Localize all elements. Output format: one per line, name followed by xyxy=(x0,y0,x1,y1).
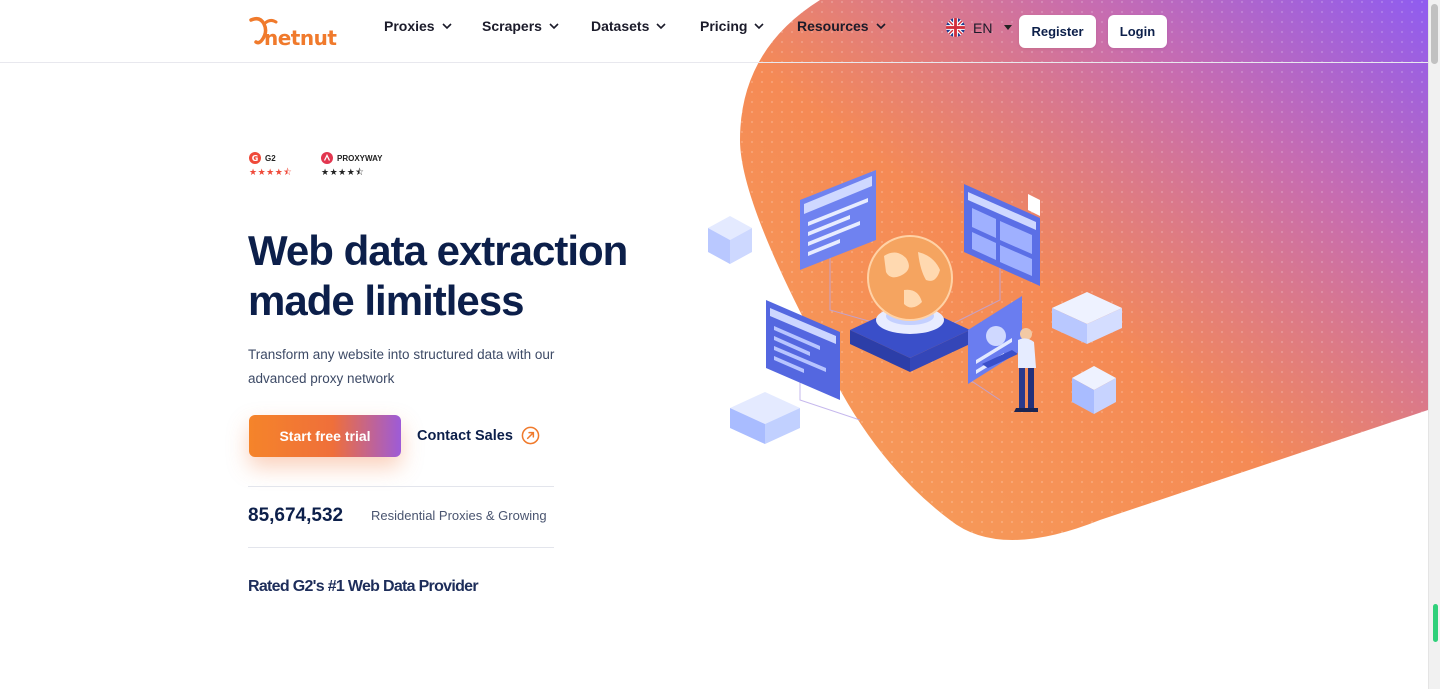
contact-sales-label: Contact Sales xyxy=(417,427,513,444)
analytics-panel xyxy=(968,296,1022,384)
scrollbar-thumb[interactable] xyxy=(1431,4,1438,64)
netnut-logo[interactable]: netnut xyxy=(248,14,337,50)
hero-subtext: Transform any website into structured da… xyxy=(248,347,555,386)
start-free-trial-button[interactable]: Start free trial xyxy=(249,415,401,457)
language-label: EN xyxy=(973,19,993,36)
svg-text:G: G xyxy=(252,154,259,163)
language-selector[interactable]: EN xyxy=(946,18,1013,37)
code-panel xyxy=(766,300,840,400)
chevron-down-icon xyxy=(442,23,452,30)
scroll-indicator xyxy=(1433,604,1438,642)
uk-flag-icon xyxy=(946,18,965,37)
logo-wordmark: netnut xyxy=(264,26,337,50)
g2-logo: G xyxy=(249,152,261,164)
residential-proxies-count: 85,674,532 xyxy=(248,505,344,526)
dashboard-panel xyxy=(964,184,1040,286)
proxyway-label: PROXYWAY xyxy=(337,153,383,163)
nav-item-proxies[interactable]: Proxies xyxy=(384,18,453,34)
caret-down-icon xyxy=(1004,25,1013,30)
headline-line-2: made limitless xyxy=(248,277,524,324)
nav-item-label: Datasets xyxy=(591,18,650,34)
register-button[interactable]: Register xyxy=(1019,15,1096,48)
nav-item-scrapers[interactable]: Scrapers xyxy=(482,18,560,34)
hero-headline: Web data extraction made limitless xyxy=(248,226,668,326)
contact-sales-link[interactable]: Contact Sales xyxy=(417,426,540,445)
g2-stars: ★★★★⯪ xyxy=(249,167,293,177)
proxyway-logo xyxy=(321,152,333,164)
nav-item-label: Proxies xyxy=(384,18,435,34)
residential-proxies-label: Residential Proxies & Growing xyxy=(371,508,547,523)
chevron-down-icon xyxy=(656,23,666,30)
headline-line-1: Web data extraction xyxy=(248,227,628,274)
g2-label: G2 xyxy=(265,153,276,163)
nav-item-label: Pricing xyxy=(700,18,748,34)
arrow-up-right-circle-icon xyxy=(521,426,540,445)
chevron-down-icon xyxy=(754,23,765,30)
rated-g2-text: Rated G2's #1 Web Data Provider xyxy=(248,578,479,595)
nav-item-resources[interactable]: Resources xyxy=(797,18,887,34)
g2-rating: G G2 ★★★★⯪ xyxy=(249,152,292,177)
nav-item-label: Scrapers xyxy=(482,18,542,34)
cube-icon xyxy=(708,216,752,264)
proxyway-rating: PROXYWAY ★★★★⯪ xyxy=(321,152,383,177)
hero-illustration xyxy=(708,170,1122,444)
login-button[interactable]: Login xyxy=(1108,15,1167,48)
site-header: netnut Proxies Scrapers Datasets Pricing… xyxy=(0,0,1428,63)
proxyway-stars: ★★★★⯪ xyxy=(321,167,365,177)
page-scrollbar[interactable] xyxy=(1428,0,1440,689)
browser-panel xyxy=(800,170,876,270)
nav-item-datasets[interactable]: Datasets xyxy=(591,18,667,34)
chevron-down-icon xyxy=(876,23,886,30)
nav-item-pricing[interactable]: Pricing xyxy=(700,18,765,34)
stats-row: 85,674,532 Residential Proxies & Growing xyxy=(248,486,554,548)
globe-icon xyxy=(867,235,953,321)
chevron-down-icon xyxy=(549,23,559,30)
nav-item-label: Resources xyxy=(797,18,869,34)
